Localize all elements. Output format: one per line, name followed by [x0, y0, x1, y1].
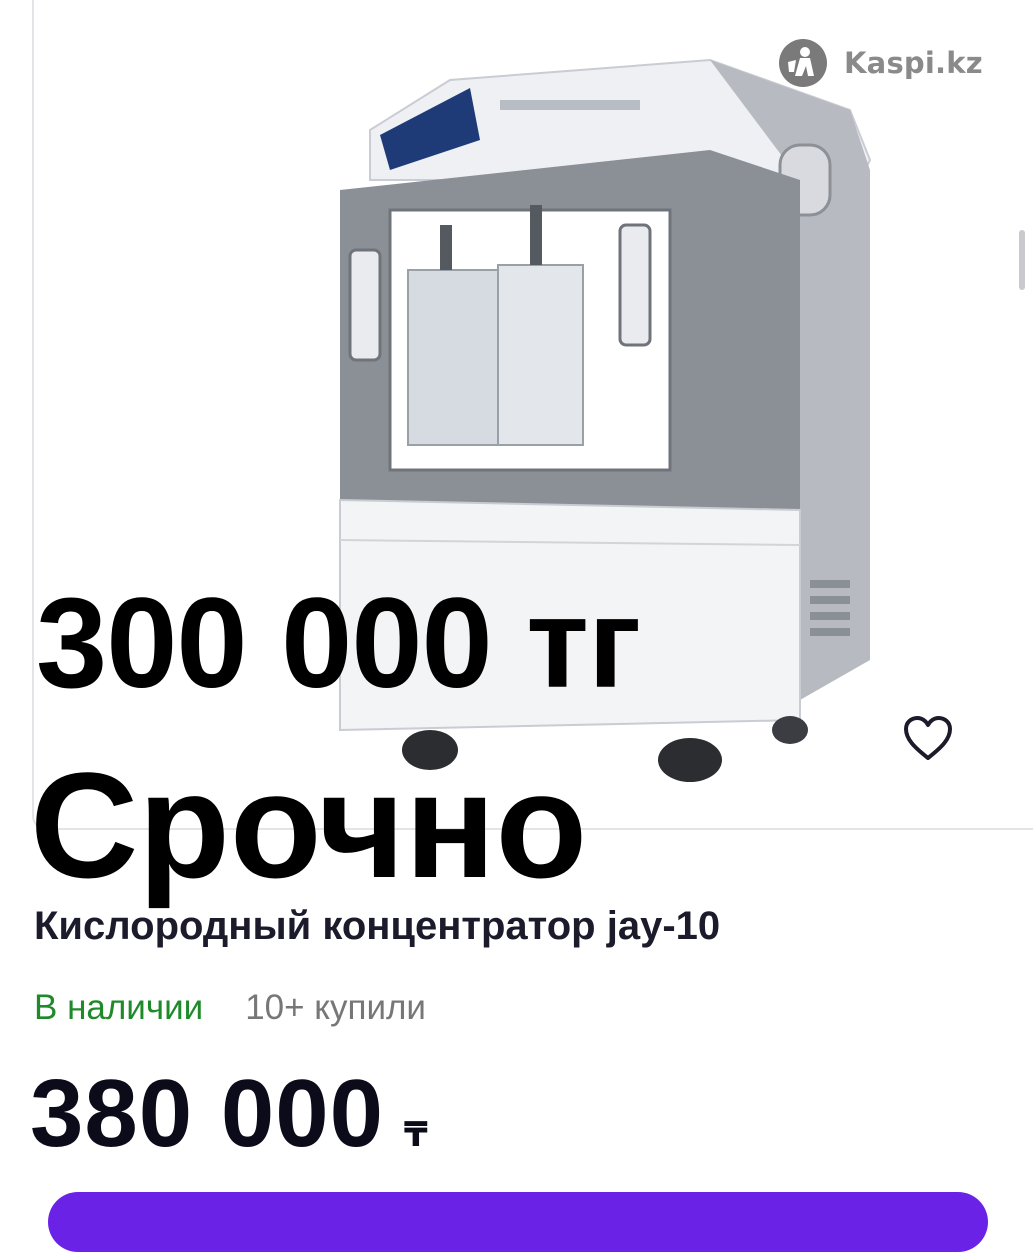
favorite-button[interactable] — [900, 710, 956, 766]
bought-count: 10+ купили — [245, 988, 426, 1027]
product-title: Кислородный концентратор jay-10 — [34, 904, 721, 948]
kaspi-logo-icon — [779, 39, 827, 87]
product-price: 380 000 — [30, 1060, 385, 1167]
overlay-urgent-text: Срочно — [30, 741, 588, 909]
product-status-row: В наличии 10+ купили — [34, 988, 426, 1028]
buy-button[interactable] — [48, 1192, 988, 1252]
kaspi-logo-text: Kaspi.kz — [844, 46, 983, 80]
overlay-price-text: 300 000 тг — [36, 572, 641, 715]
image-scroll-indicator — [1019, 230, 1025, 290]
currency-symbol: ₸ — [404, 1116, 428, 1154]
availability-status: В наличии — [34, 988, 204, 1027]
product-price-row: 380 000 ₸ — [30, 1066, 428, 1162]
heart-outline-icon — [904, 716, 952, 760]
kaspi-logo: Kaspi.kz — [778, 38, 983, 88]
